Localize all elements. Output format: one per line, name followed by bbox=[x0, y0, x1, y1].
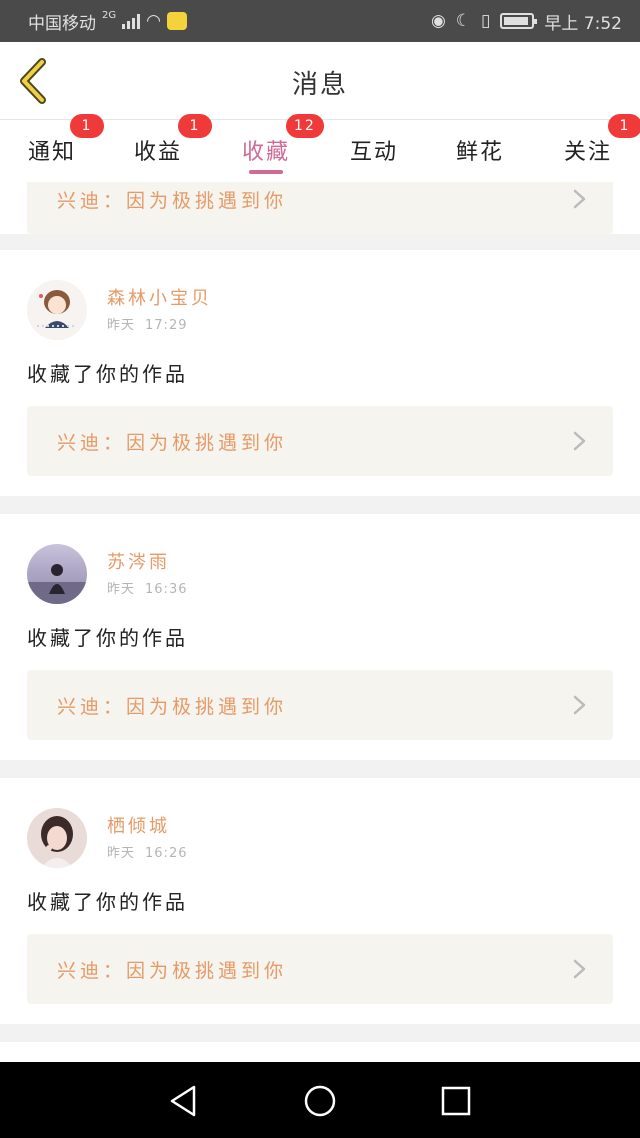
tab-flowers[interactable]: 鲜花 bbox=[430, 120, 530, 182]
work-title: 兴迪：因为极挑遇到你 bbox=[57, 432, 288, 454]
message-text: 收藏了你的作品 bbox=[27, 890, 188, 914]
list-item: 森林小宝贝 昨天 17:29 收藏了你的作品 兴迪：因为极挑遇到你 bbox=[0, 250, 640, 496]
tab-label: 收藏 bbox=[241, 140, 290, 165]
tab-label: 收益 bbox=[133, 140, 182, 165]
message-text: 收藏了你的作品 bbox=[27, 362, 188, 386]
work-title: 兴迪：因为极挑遇到你 bbox=[57, 960, 288, 982]
avatar-image bbox=[27, 280, 87, 340]
list-item: 苏涔雨 昨天 16:36 收藏了你的作品 兴迪：因为极挑遇到你 bbox=[0, 514, 640, 760]
user-name[interactable]: 森林小宝贝 bbox=[107, 284, 212, 310]
chevron-right-icon bbox=[573, 695, 586, 715]
carrier-label: 中国移动 bbox=[28, 13, 96, 34]
message-text: 收藏了你的作品 bbox=[27, 626, 188, 650]
tab-favorites[interactable]: 收藏 12 bbox=[216, 114, 324, 182]
avatar[interactable] bbox=[27, 280, 87, 340]
message-list[interactable]: 兴迪：因为极挑遇到你 森林小宝贝 昨天 17:29 收藏了你的作品 兴迪：因为极挑… bbox=[0, 182, 640, 1062]
tab-badge: 1 bbox=[70, 114, 104, 138]
title-bar: 消息 bbox=[0, 42, 640, 120]
moon-icon: ☾ bbox=[455, 11, 472, 31]
nav-back-icon[interactable] bbox=[164, 1082, 204, 1120]
tab-label: 通知 bbox=[27, 140, 76, 165]
chevron-right-icon bbox=[573, 431, 586, 451]
message-timestamp: 昨天 16:26 bbox=[107, 846, 188, 861]
user-name[interactable]: 苏涔雨 bbox=[107, 548, 170, 574]
status-time: 早上 7:52 bbox=[544, 13, 622, 34]
list-item: 栖倾城 昨天 16:26 收藏了你的作品 兴迪：因为极挑遇到你 bbox=[0, 778, 640, 1024]
nav-recents-icon[interactable] bbox=[436, 1082, 476, 1120]
work-link[interactable]: 兴迪：因为极挑遇到你 bbox=[27, 670, 613, 740]
system-navigation-bar bbox=[0, 1062, 640, 1138]
vibrate-icon: ▯ bbox=[481, 11, 491, 31]
tab-bar: 通知 1 收益 1 收藏 12 互动 鲜花 关注 1 bbox=[0, 114, 640, 182]
avatar[interactable] bbox=[27, 808, 87, 868]
tab-label: 互动 bbox=[349, 140, 398, 165]
page-title: 消息 bbox=[291, 70, 348, 100]
active-tab-indicator bbox=[249, 170, 283, 174]
tab-badge: 12 bbox=[286, 114, 324, 138]
avatar-image bbox=[27, 544, 87, 604]
work-link[interactable]: 兴迪：因为极挑遇到你 bbox=[27, 182, 613, 234]
chevron-right-icon bbox=[573, 189, 586, 209]
chevron-right-icon bbox=[573, 959, 586, 979]
tab-badge: 1 bbox=[178, 114, 212, 138]
tab-notifications[interactable]: 通知 1 bbox=[2, 114, 104, 182]
work-title: 兴迪：因为极挑遇到你 bbox=[57, 190, 288, 212]
list-item-partial bbox=[0, 1042, 640, 1062]
status-bar: 中国移动 2G ◠ ◉ ☾ ▯ 早上 7:52 bbox=[0, 0, 640, 42]
nav-home-icon[interactable] bbox=[300, 1082, 340, 1120]
tab-interactions[interactable]: 互动 bbox=[324, 120, 424, 182]
work-title: 兴迪：因为极挑遇到你 bbox=[57, 696, 288, 718]
message-timestamp: 昨天 17:29 bbox=[107, 318, 188, 333]
user-name[interactable]: 栖倾城 bbox=[107, 812, 170, 838]
wifi-icon: ◠ bbox=[146, 11, 161, 31]
tab-label: 鲜花 bbox=[455, 140, 504, 165]
app-notification-icon bbox=[166, 12, 187, 30]
tab-label: 关注 bbox=[563, 140, 612, 165]
network-type: 2G bbox=[102, 9, 117, 21]
eye-icon: ◉ bbox=[430, 11, 446, 31]
list-item-partial: 兴迪：因为极挑遇到你 bbox=[0, 182, 640, 234]
tab-badge: 1 bbox=[608, 114, 640, 138]
avatar-image bbox=[27, 808, 87, 868]
work-link[interactable]: 兴迪：因为极挑遇到你 bbox=[27, 934, 613, 1004]
battery-icon bbox=[500, 13, 538, 29]
tab-following[interactable]: 关注 1 bbox=[538, 114, 640, 182]
message-timestamp: 昨天 16:36 bbox=[107, 582, 188, 597]
avatar[interactable] bbox=[27, 544, 87, 604]
tab-earnings[interactable]: 收益 1 bbox=[108, 114, 212, 182]
signal-icon bbox=[122, 13, 141, 29]
work-link[interactable]: 兴迪：因为极挑遇到你 bbox=[27, 406, 613, 476]
